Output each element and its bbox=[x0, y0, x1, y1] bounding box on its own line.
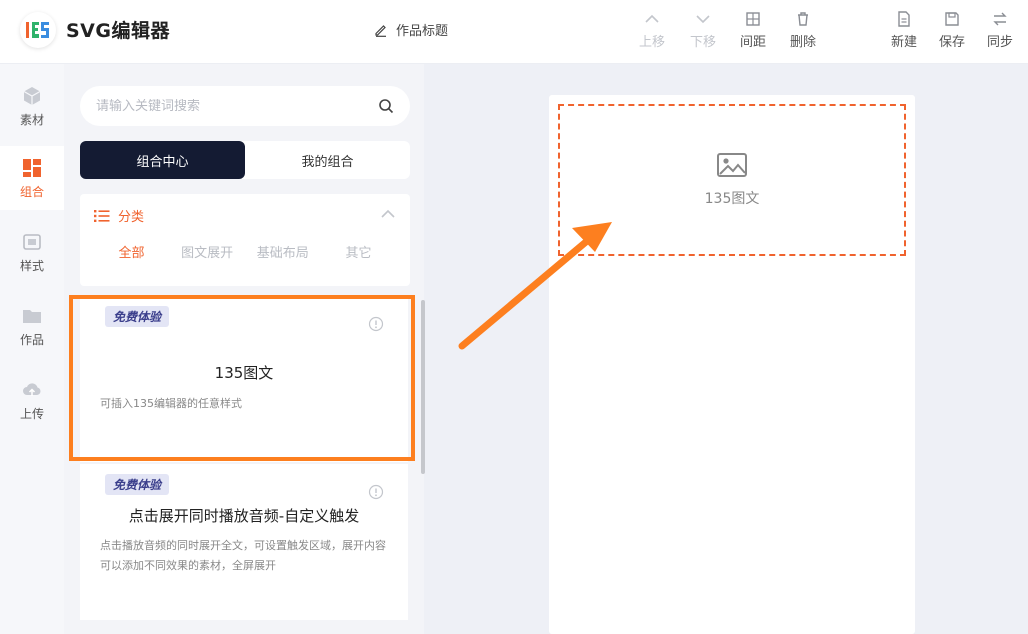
info-icon[interactable] bbox=[368, 316, 384, 332]
category-header[interactable]: 分类 bbox=[94, 206, 144, 225]
move-down-label: 下移 bbox=[689, 35, 716, 50]
work-title-label: 作品标题 bbox=[396, 24, 449, 39]
rail-item-upload[interactable]: 上传 bbox=[0, 368, 64, 432]
panel-scrollbar[interactable] bbox=[421, 300, 425, 474]
image-text-placeholder[interactable]: 135图文 bbox=[558, 104, 906, 256]
delete-label: 删除 bbox=[789, 35, 816, 50]
free-trial-badge: 免费体验 bbox=[105, 306, 170, 327]
category-tab-layout[interactable]: 基础布局 bbox=[245, 242, 320, 261]
move-up-label: 上移 bbox=[638, 35, 665, 50]
arrow-down-icon bbox=[696, 15, 710, 24]
card-title: 135图文 bbox=[214, 364, 274, 382]
new-button[interactable]: 新建 bbox=[884, 10, 924, 50]
spacing-button[interactable]: 间距 bbox=[733, 10, 773, 50]
arrow-up-icon bbox=[645, 14, 659, 23]
info-icon[interactable] bbox=[368, 484, 384, 500]
combo-panel: 组合中心 我的组合 分类 全部 图文展开 基础布局 其它 免费体验 135图文 … bbox=[64, 64, 424, 634]
new-file-icon bbox=[898, 11, 910, 27]
image-icon bbox=[717, 153, 747, 177]
work-title-field[interactable]: 作品标题 bbox=[374, 20, 448, 39]
search-box bbox=[80, 86, 410, 126]
list-icon bbox=[94, 209, 110, 222]
category-tabs: 全部 图文展开 基础布局 其它 bbox=[94, 242, 396, 261]
sync-icon bbox=[993, 12, 1007, 26]
combo-card[interactable]: 免费体验 135图文 可插入135编辑器的任意样式 bbox=[80, 296, 408, 462]
category-tab-other[interactable]: 其它 bbox=[321, 242, 396, 261]
cube-icon bbox=[23, 86, 41, 105]
rail-item-label: 组合 bbox=[19, 184, 44, 199]
rail-item-label: 样式 bbox=[19, 258, 44, 273]
move-up-button[interactable]: 上移 bbox=[632, 10, 672, 50]
editor-canvas[interactable]: 135图文 bbox=[549, 95, 915, 634]
trash-icon bbox=[798, 12, 808, 26]
category-tab-expand[interactable]: 图文展开 bbox=[170, 242, 245, 261]
edit-icon bbox=[375, 24, 386, 37]
category-filter: 分类 全部 图文展开 基础布局 其它 bbox=[80, 194, 410, 286]
card-description: 可插入135编辑器的任意样式 bbox=[100, 397, 242, 410]
placeholder-label: 135图文 bbox=[704, 191, 760, 207]
chevron-up-icon[interactable] bbox=[380, 206, 396, 222]
rail-item-label: 上传 bbox=[19, 406, 44, 421]
top-bar: SVG编辑器 作品标题 上移 下移 间距 删除 新建 保存 同步 bbox=[0, 0, 1028, 64]
card-description: 点击播放音频的同时展开全文，可设置触发区域，展开内容可以添加不同效果的素材，全屏… bbox=[100, 539, 386, 572]
save-button[interactable]: 保存 bbox=[932, 10, 972, 50]
tab-my-combos[interactable]: 我的组合 bbox=[245, 141, 410, 179]
rail-item-label: 作品 bbox=[19, 332, 44, 347]
spacing-icon bbox=[746, 12, 760, 26]
tab-combo-center[interactable]: 组合中心 bbox=[80, 141, 245, 179]
sync-button[interactable]: 同步 bbox=[980, 10, 1020, 50]
layout-blocks-icon bbox=[23, 158, 41, 177]
search-input[interactable] bbox=[96, 98, 378, 114]
save-icon bbox=[945, 12, 959, 26]
save-label: 保存 bbox=[938, 35, 965, 50]
left-rail: 素材 组合 样式 作品 上传 bbox=[0, 64, 64, 634]
combo-card[interactable]: 免费体验 点击展开同时播放音频-自定义触发 点击播放音频的同时展开全文，可设置触… bbox=[80, 464, 408, 620]
category-label: 分类 bbox=[118, 210, 145, 225]
new-label: 新建 bbox=[890, 35, 917, 50]
image-frame-icon bbox=[23, 233, 41, 250]
app-title: SVG编辑器 bbox=[66, 20, 170, 42]
card-title: 点击展开同时播放音频-自定义触发 bbox=[128, 507, 360, 525]
folder-icon bbox=[23, 309, 41, 323]
segment-control: 组合中心 我的组合 bbox=[80, 141, 410, 179]
search-icon[interactable] bbox=[378, 98, 394, 114]
rail-item-combo[interactable]: 组合 bbox=[0, 146, 64, 210]
rail-item-material[interactable]: 素材 bbox=[0, 74, 64, 138]
free-trial-badge: 免费体验 bbox=[105, 474, 170, 495]
app-logo[interactable] bbox=[20, 12, 56, 48]
rail-item-style[interactable]: 样式 bbox=[0, 220, 64, 284]
delete-button[interactable]: 删除 bbox=[783, 10, 823, 50]
cloud-upload-icon bbox=[23, 382, 41, 396]
category-tab-all[interactable]: 全部 bbox=[94, 242, 169, 261]
spacing-label: 间距 bbox=[739, 35, 766, 50]
sync-label: 同步 bbox=[986, 35, 1013, 50]
move-down-button[interactable]: 下移 bbox=[683, 10, 723, 50]
rail-item-works[interactable]: 作品 bbox=[0, 294, 64, 358]
rail-item-label: 素材 bbox=[19, 112, 44, 127]
